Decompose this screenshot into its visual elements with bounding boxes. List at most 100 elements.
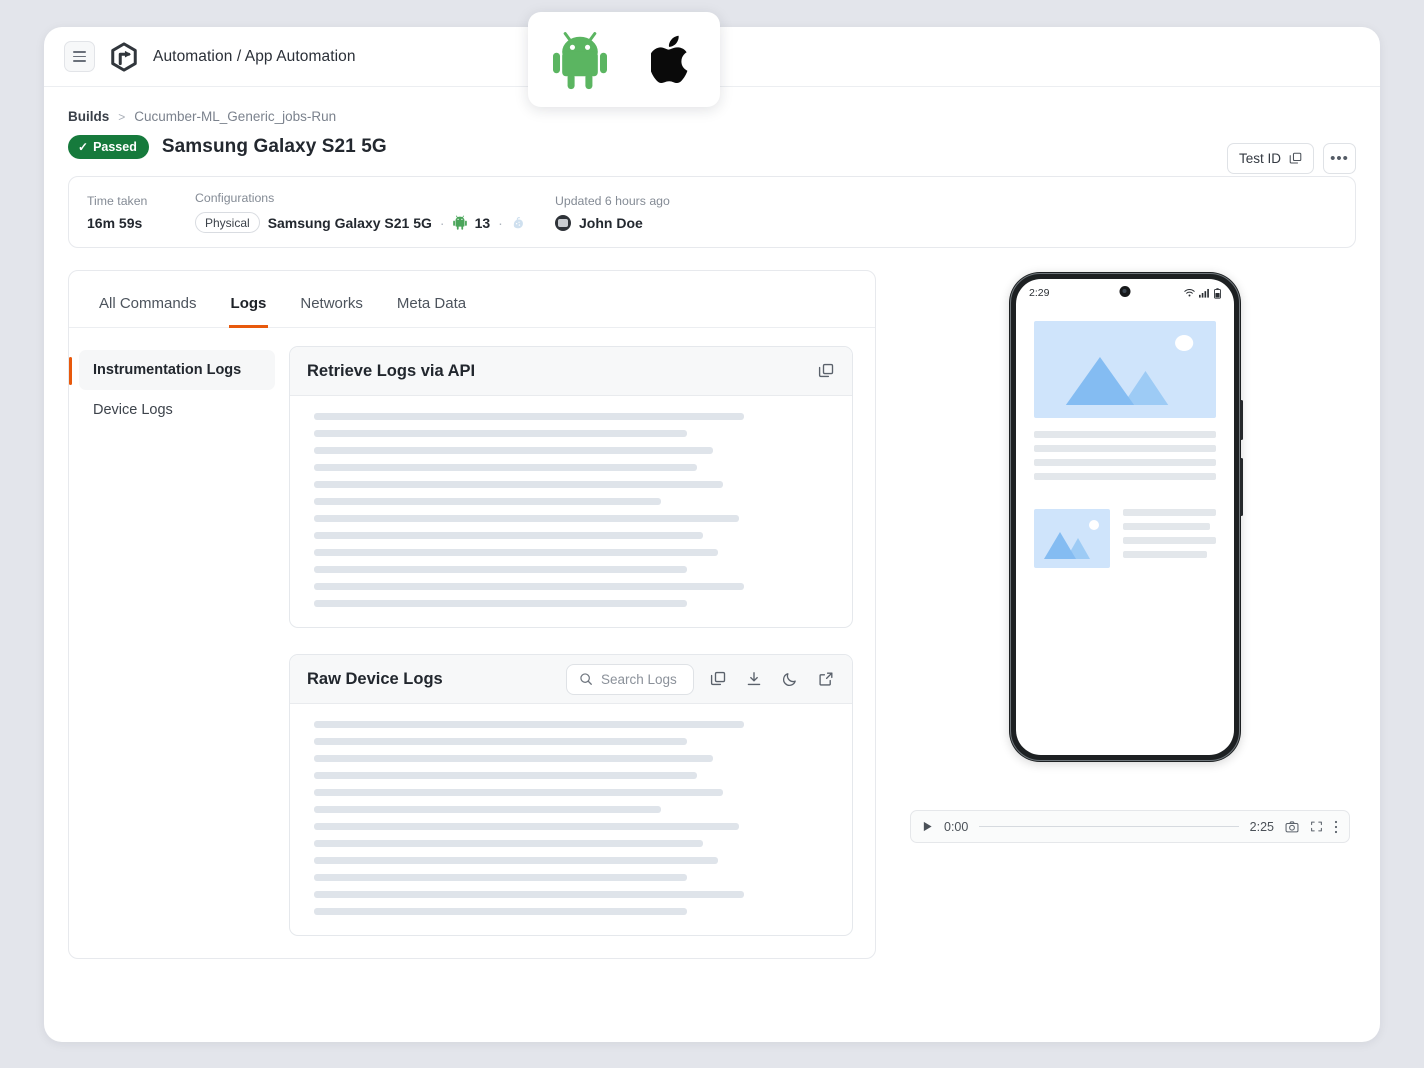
skeleton-line bbox=[314, 464, 697, 471]
user-avatar bbox=[555, 215, 571, 231]
tab-all-commands[interactable]: All Commands bbox=[97, 271, 199, 328]
breadcrumb-separator: > bbox=[118, 110, 125, 124]
app-title: Automation / App Automation bbox=[153, 48, 356, 66]
updated-user-name: John Doe bbox=[579, 215, 643, 231]
android-icon bbox=[453, 215, 467, 230]
android-robot-icon bbox=[553, 30, 607, 90]
breadcrumb: Builds > Cucumber-ML_Generic_jobs-Run bbox=[68, 109, 1356, 124]
more-options-button[interactable]: ••• bbox=[1323, 143, 1356, 174]
skeleton-line bbox=[314, 874, 687, 881]
retrieve-logs-skeleton bbox=[290, 396, 852, 627]
skeleton-line bbox=[314, 515, 739, 522]
retrieve-logs-title: Retrieve Logs via API bbox=[307, 362, 802, 381]
fullscreen-icon[interactable] bbox=[1310, 820, 1323, 833]
device-status-bar: 2:29 bbox=[1016, 279, 1234, 307]
copy-icon[interactable] bbox=[814, 359, 838, 383]
title-actions: Test ID ••• bbox=[1227, 143, 1356, 174]
search-logs-input[interactable]: Search Logs bbox=[566, 664, 694, 695]
skeleton-line bbox=[314, 738, 687, 745]
time-taken-block: Time taken 16m 59s bbox=[87, 194, 195, 231]
app-window: Automation / App Automation Builds > Cuc… bbox=[44, 27, 1380, 1042]
device-type-pill: Physical bbox=[195, 212, 260, 233]
skeleton-line bbox=[314, 600, 687, 607]
moon-icon[interactable] bbox=[778, 667, 802, 691]
tab-logs[interactable]: Logs bbox=[229, 271, 269, 328]
main-split: All Commands Logs Networks Meta Data Ins… bbox=[68, 270, 1356, 959]
config-os-version: 13 bbox=[475, 215, 491, 231]
download-icon[interactable] bbox=[742, 667, 766, 691]
test-id-button[interactable]: Test ID bbox=[1227, 143, 1314, 174]
status-time: 2:29 bbox=[1029, 287, 1049, 299]
skeleton-line bbox=[314, 481, 723, 488]
skeleton-line bbox=[314, 447, 713, 454]
status-badge-label: Passed bbox=[93, 140, 137, 154]
raw-device-logs-title: Raw Device Logs bbox=[307, 670, 554, 689]
retrieve-logs-card: Retrieve Logs via API bbox=[289, 346, 853, 628]
skeleton-line bbox=[314, 498, 661, 505]
player-progress-track[interactable] bbox=[979, 826, 1238, 827]
title-row: ✓ Passed Samsung Galaxy S21 5G bbox=[68, 135, 1356, 159]
skeleton-line bbox=[314, 532, 703, 539]
skeleton-line bbox=[314, 413, 744, 420]
search-logs-placeholder: Search Logs bbox=[601, 672, 677, 687]
logs-panel: All Commands Logs Networks Meta Data Ins… bbox=[68, 270, 876, 959]
log-type-list: Instrumentation Logs Device Logs bbox=[79, 346, 275, 936]
updated-block: Updated 6 hours ago John Doe bbox=[555, 194, 670, 231]
sidebar-item-instrumentation-logs[interactable]: Instrumentation Logs bbox=[79, 350, 275, 390]
tab-bar: All Commands Logs Networks Meta Data bbox=[69, 271, 875, 328]
config-separator-2: · bbox=[498, 215, 503, 231]
player-total-time: 2:25 bbox=[1250, 820, 1274, 834]
skeleton-line bbox=[314, 857, 718, 864]
check-icon: ✓ bbox=[78, 140, 88, 154]
sidebar-item-device-logs[interactable]: Device Logs bbox=[79, 390, 275, 430]
skeleton-line bbox=[314, 566, 687, 573]
breadcrumb-root[interactable]: Builds bbox=[68, 109, 109, 124]
skeleton-line bbox=[314, 891, 744, 898]
camera-icon[interactable] bbox=[1285, 820, 1299, 834]
tab-meta-data[interactable]: Meta Data bbox=[395, 271, 468, 328]
external-link-icon[interactable] bbox=[814, 667, 838, 691]
device-screen[interactable]: 2:29 bbox=[1016, 279, 1234, 755]
kebab-menu-icon[interactable] bbox=[1334, 820, 1338, 834]
configurations-value: Physical Samsung Galaxy S21 5G · bbox=[195, 212, 555, 233]
apple-logo-icon bbox=[651, 32, 695, 88]
skeleton-line bbox=[314, 840, 703, 847]
power-button bbox=[1240, 458, 1243, 516]
copy-icon[interactable] bbox=[706, 667, 730, 691]
image-placeholder-small bbox=[1034, 509, 1110, 568]
player-current-time: 0:00 bbox=[944, 820, 968, 834]
copy-icon bbox=[1289, 152, 1302, 165]
battery-icon bbox=[1214, 288, 1221, 299]
front-camera-dot bbox=[1120, 286, 1131, 297]
play-icon[interactable] bbox=[922, 821, 933, 832]
tab-networks[interactable]: Networks bbox=[298, 271, 365, 328]
hamburger-icon[interactable] bbox=[64, 41, 95, 72]
raw-device-logs-skeleton bbox=[290, 704, 852, 935]
status-badge: ✓ Passed bbox=[68, 135, 149, 159]
skeleton-line bbox=[314, 823, 739, 830]
raw-device-logs-card: Raw Device Logs Search Logs bbox=[289, 654, 853, 936]
skeleton-line bbox=[314, 721, 744, 728]
updated-label: Updated 6 hours ago bbox=[555, 194, 670, 208]
os-badge-card bbox=[528, 12, 720, 107]
skeleton-line bbox=[314, 806, 661, 813]
run-info-card: Time taken 16m 59s Configurations Physic… bbox=[68, 176, 1356, 248]
skeleton-line bbox=[314, 430, 687, 437]
list-item bbox=[1034, 509, 1216, 568]
test-id-label: Test ID bbox=[1239, 151, 1281, 166]
raw-device-logs-header: Raw Device Logs Search Logs bbox=[290, 655, 852, 704]
config-device-name: Samsung Galaxy S21 5G bbox=[268, 215, 432, 231]
updated-user: John Doe bbox=[555, 215, 670, 231]
configurations-label: Configurations bbox=[195, 191, 555, 205]
wifi-icon bbox=[1184, 288, 1195, 298]
skeleton-line bbox=[314, 583, 744, 590]
skeleton-line bbox=[314, 755, 713, 762]
log-cards-column: Retrieve Logs via API bbox=[289, 346, 853, 936]
cucumber-icon bbox=[511, 216, 525, 230]
text-placeholder-block-2 bbox=[1123, 509, 1216, 568]
skeleton-line bbox=[314, 549, 718, 556]
retrieve-logs-header: Retrieve Logs via API bbox=[290, 347, 852, 396]
device-preview-panel: 2:29 bbox=[910, 270, 1340, 959]
cellular-signal-icon bbox=[1199, 288, 1210, 298]
skeleton-line bbox=[314, 772, 697, 779]
